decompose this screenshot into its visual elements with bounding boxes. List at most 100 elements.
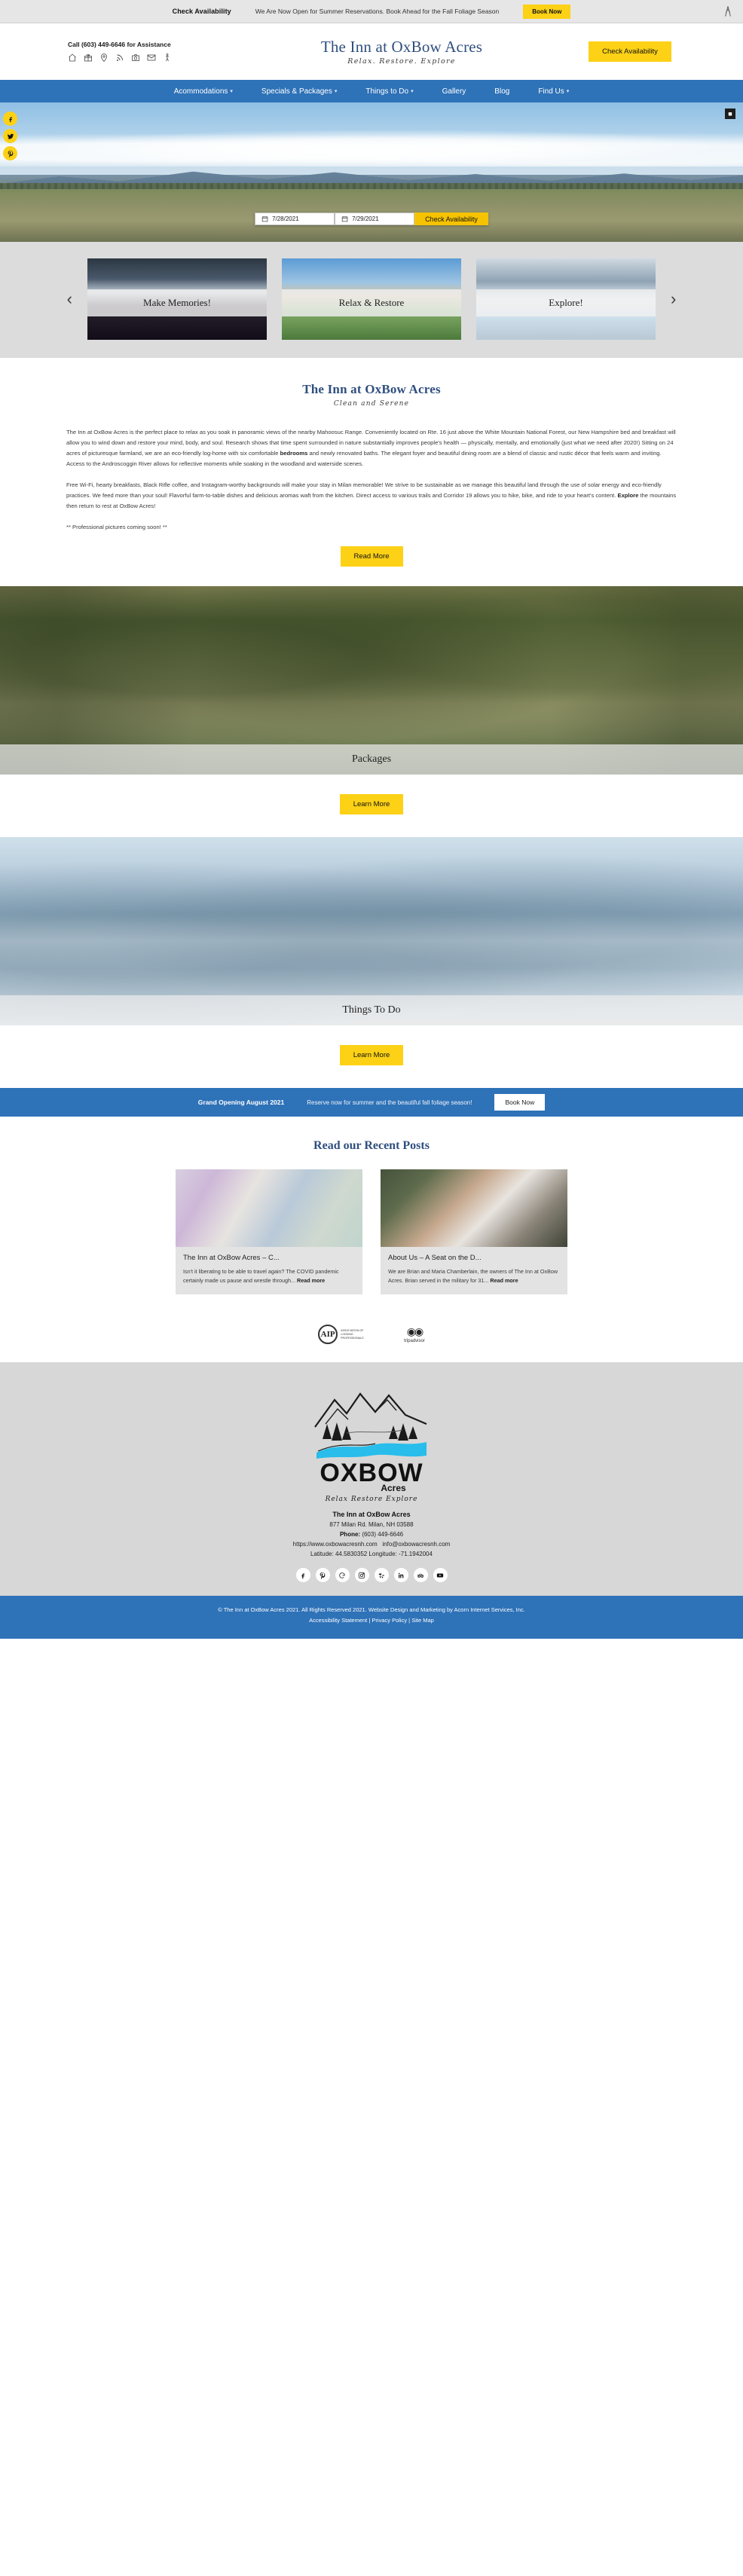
nav-item-find-us[interactable]: Find Us ▾ <box>538 87 569 96</box>
footer-web-contact: https://www.oxbowacresnh.com info@oxbowa… <box>0 1541 743 1548</box>
intro-title: The Inn at OxBow Acres <box>302 382 441 396</box>
checkout-date-field[interactable]: 7/29/2021 <box>335 212 415 225</box>
grand-opening-book-now-button[interactable]: Book Now <box>494 1094 546 1111</box>
linkedin-icon[interactable] <box>393 1568 408 1583</box>
things-to-do-banner-caption: Things To Do <box>0 995 743 1026</box>
blog-post-excerpt: Isn't it liberating to be able to travel… <box>183 1267 355 1285</box>
header-brand[interactable]: The Inn at OxBow Acres Relax. Restore. E… <box>256 38 547 65</box>
header-left: Call (603) 449-6646 for Assistance <box>30 41 256 63</box>
tripadvisor-owl-icon: ◉◉ <box>406 1325 423 1338</box>
feature-card-label: Explore! <box>549 296 583 308</box>
feature-card-explore[interactable]: Explore! <box>476 258 656 340</box>
feature-card-make-memories[interactable]: Make Memories! <box>87 258 267 340</box>
nav-item-specials-packages[interactable]: Specials & Packages ▾ <box>261 87 337 96</box>
blog-post-card[interactable]: The Inn at OxBow Acres – C... Isn't it l… <box>176 1169 362 1295</box>
footer-website-link[interactable]: https://www.oxbowacresnh.com <box>293 1541 378 1548</box>
footer-social-icons <box>0 1568 743 1583</box>
twitter-icon[interactable] <box>3 129 17 143</box>
facebook-icon[interactable] <box>295 1568 310 1583</box>
header-check-availability-button[interactable]: Check Availability <box>589 41 671 62</box>
facebook-icon[interactable] <box>3 112 17 126</box>
promo-bar: Check Availability We Are Now Open for S… <box>0 0 743 23</box>
blog-post-read-more-link[interactable]: Read more <box>490 1277 518 1284</box>
footer-bottom-bar: © The Inn at OxBow Acres 2021. All Right… <box>0 1596 743 1639</box>
mail-icon[interactable] <box>147 53 156 63</box>
packages-banner[interactable]: Packages <box>0 586 743 775</box>
accessibility-icon[interactable] <box>163 53 172 63</box>
nav-item-blog[interactable]: Blog <box>494 87 509 96</box>
promo-message: We Are Now Open for Summer Reservations.… <box>255 8 500 15</box>
hero-expand-button[interactable]: ■ <box>725 108 735 119</box>
blog-post-title[interactable]: The Inn at OxBow Acres – C... <box>183 1254 355 1262</box>
blog-post-excerpt: We are Brian and Maria Chamberlain, the … <box>388 1267 560 1285</box>
feature-card-relax-restore[interactable]: Relax & Restore <box>282 258 461 340</box>
hero-booking-bar: 7/28/2021 7/29/2021 Check Availability <box>255 212 488 225</box>
instagram-icon[interactable] <box>354 1568 369 1583</box>
intro-body: The Inn at OxBow Acres is the perfect pl… <box>66 427 677 533</box>
brand-title: The Inn at OxBow Acres <box>320 38 483 57</box>
hero-check-availability-button[interactable]: Check Availability <box>414 212 488 225</box>
pinterest-icon[interactable] <box>315 1568 330 1583</box>
packages-banner-caption: Packages <box>0 744 743 775</box>
packages-banner-label: Packages <box>351 753 392 765</box>
camera-icon[interactable] <box>131 53 140 63</box>
tripadvisor-badge[interactable]: ◉◉ tripadvisor <box>404 1325 425 1343</box>
site-footer: OXBOW Acres Relax Restore Explore The In… <box>0 1362 743 1597</box>
header-phone-text[interactable]: Call (603) 449-6646 for Assistance <box>68 41 256 48</box>
footer-accessibility-link[interactable]: Accessibility Statement <box>309 1617 367 1624</box>
nav-item-accommodations[interactable]: Acommodations ▾ <box>174 87 233 96</box>
things-to-do-learn-more-button[interactable]: Learn More <box>339 1045 404 1066</box>
blog-post-title[interactable]: About Us – A Seat on the D... <box>388 1254 560 1262</box>
intro-p1-bold: bedrooms <box>280 450 308 457</box>
promo-book-now-button[interactable]: Book Now <box>523 4 571 19</box>
gift-icon[interactable] <box>84 53 93 63</box>
feature-card-label-band: Make Memories! <box>87 289 267 316</box>
yelp-icon[interactable] <box>374 1568 389 1583</box>
grand-opening-text: Reserve now for summer and the beautiful… <box>307 1099 472 1106</box>
footer-sitemap-link[interactable]: Site Map <box>411 1617 434 1624</box>
acorn-logo-icon[interactable] <box>722 5 734 17</box>
packages-cta-wrap: Learn More <box>0 775 743 838</box>
footer-phone: Phone: (603) 449-6646 <box>0 1531 743 1538</box>
chevron-down-icon: ▾ <box>566 89 570 94</box>
hero-banner: ■ 7/28/2021 7/29/2021 Check Availability <box>0 102 743 242</box>
blog-post-thumbnail <box>381 1169 567 1248</box>
feature-card-label-band: Relax & Restore <box>282 289 461 316</box>
packages-learn-more-button[interactable]: Learn More <box>339 794 404 815</box>
grand-opening-cta-bar: Grand Opening August 2021 Reserve now fo… <box>0 1088 743 1117</box>
nav-item-things-to-do[interactable]: Things to Do ▾ <box>365 87 413 96</box>
map-pin-icon[interactable] <box>99 53 109 63</box>
blog-post-read-more-link[interactable]: Read more <box>297 1277 325 1284</box>
site-header: Call (603) 449-6646 for Assistance The I… <box>0 23 743 80</box>
blog-post-card[interactable]: About Us – A Seat on the D... We are Bri… <box>381 1169 567 1295</box>
footer-legal-links: Accessibility Statement | Privacy Policy… <box>0 1617 743 1624</box>
promo-check-availability-link[interactable]: Check Availability <box>173 8 231 15</box>
recent-posts-grid: The Inn at OxBow Acres – C... Isn't it l… <box>0 1169 743 1295</box>
pinterest-icon[interactable] <box>3 146 17 160</box>
footer-phone-value[interactable]: (603) 449-6646 <box>362 1531 403 1538</box>
tripadvisor-icon[interactable] <box>413 1568 428 1583</box>
footer-email-link[interactable]: info@oxbowacresnh.com <box>382 1541 450 1548</box>
footer-phone-label: Phone: <box>339 1531 361 1539</box>
affiliation-badges: AIP ASSOCIATION OF LODGING PROFESSIONALS… <box>0 1312 743 1363</box>
aip-badge-icon: AIP <box>318 1325 338 1345</box>
blog-post-body: The Inn at OxBow Acres – C... Isn't it l… <box>176 1247 362 1295</box>
home-icon[interactable] <box>68 53 77 63</box>
checkin-date-field[interactable]: 7/28/2021 <box>255 212 335 225</box>
rss-icon[interactable] <box>115 53 124 63</box>
carousel-next-button[interactable]: › <box>671 291 676 307</box>
intro-read-more-button[interactable]: Read More <box>340 546 403 567</box>
youtube-icon[interactable] <box>433 1568 448 1583</box>
nav-label: Things to Do <box>365 87 409 96</box>
carousel-prev-button[interactable]: ‹ <box>67 291 72 307</box>
footer-logo[interactable]: OXBOW Acres <box>300 1380 443 1493</box>
google-icon[interactable] <box>335 1568 350 1583</box>
nav-item-gallery[interactable]: Gallery <box>442 87 466 96</box>
recent-posts-section: Read our Recent Posts The Inn at OxBow A… <box>0 1117 743 1313</box>
footer-privacy-link[interactable]: Privacy Policy <box>372 1617 407 1624</box>
things-to-do-banner[interactable]: Things To Do <box>0 837 743 1026</box>
aip-badge-caption: ASSOCIATION OF LODGING PROFESSIONALS <box>341 1328 364 1340</box>
main-navigation: Acommodations ▾ Specials & Packages ▾ Th… <box>0 80 743 102</box>
feature-card-label: Relax & Restore <box>338 296 405 308</box>
aip-badge[interactable]: AIP ASSOCIATION OF LODGING PROFESSIONALS <box>318 1325 374 1345</box>
